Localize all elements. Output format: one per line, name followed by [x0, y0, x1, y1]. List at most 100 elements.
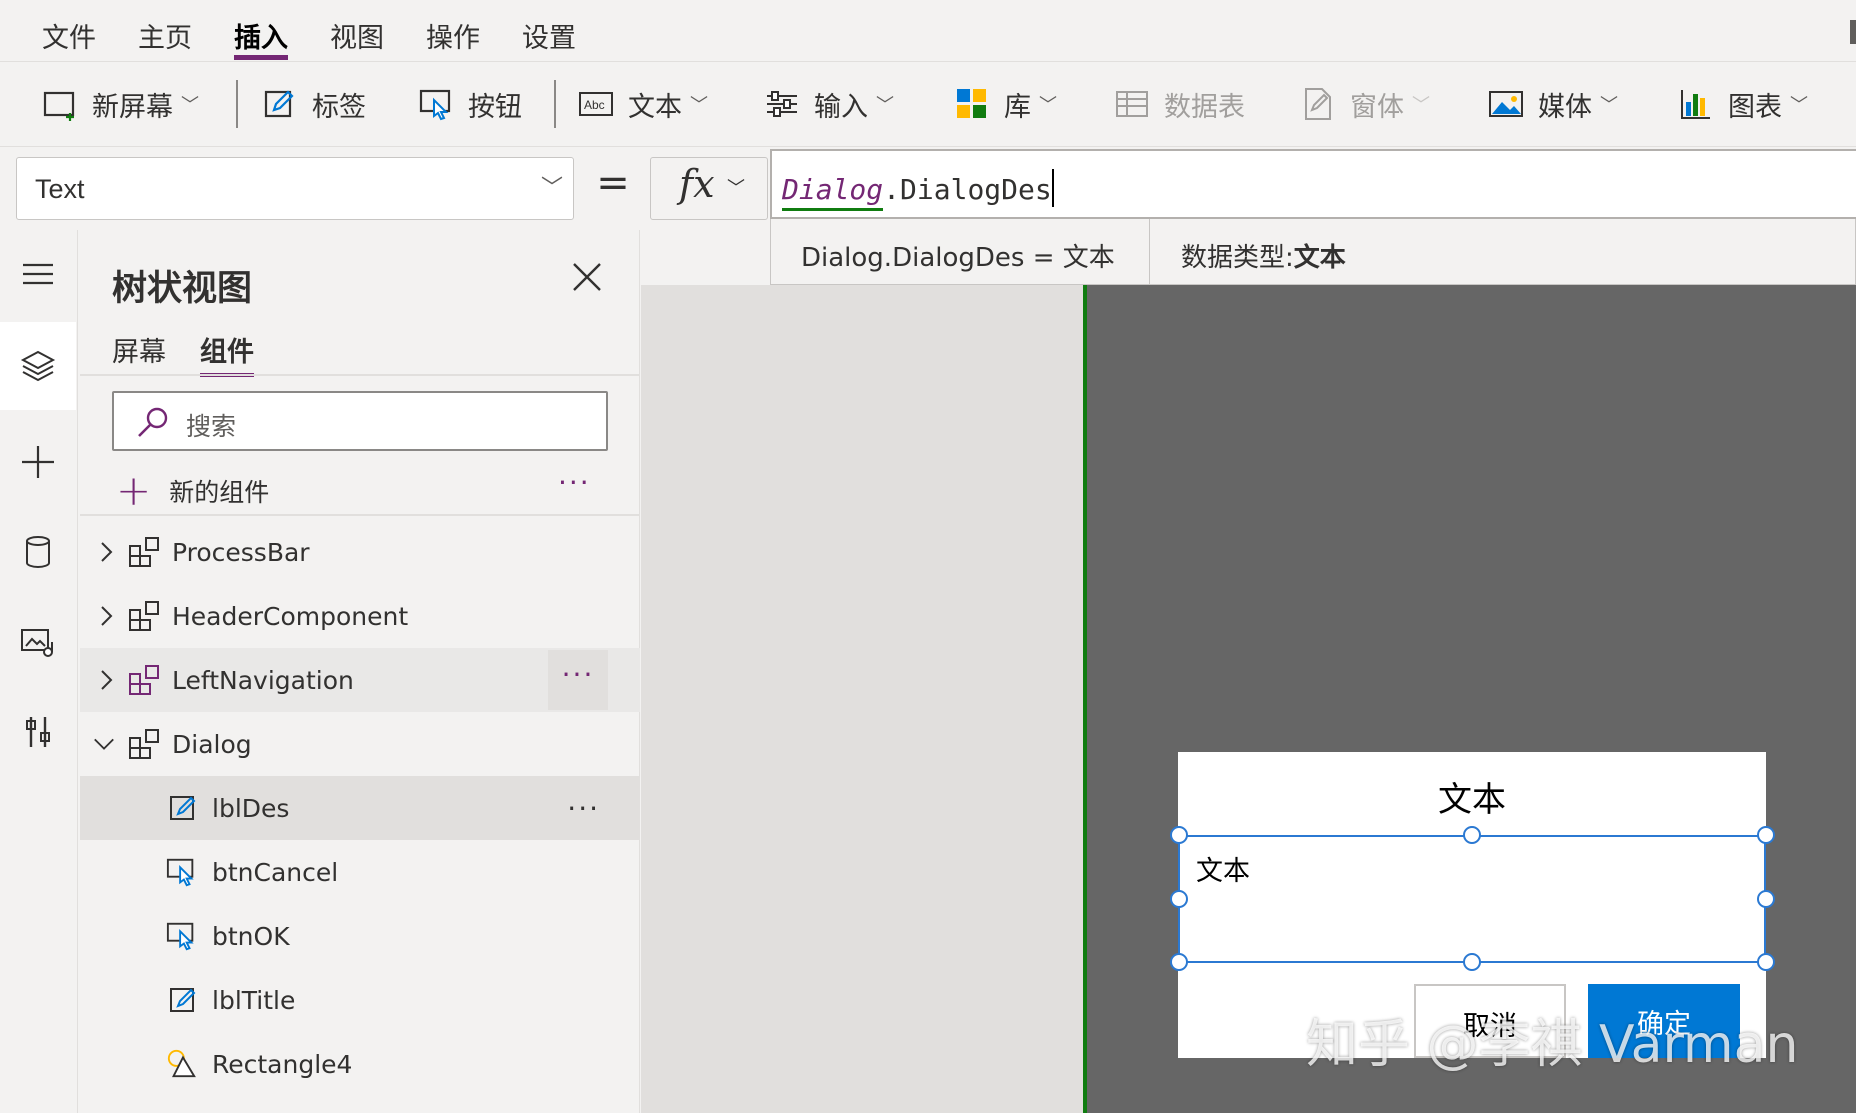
data-table-icon: [1114, 86, 1150, 122]
tree-node-label: btnCancel: [212, 857, 339, 887]
more-options-button[interactable]: ···: [567, 792, 600, 825]
database-icon: [26, 536, 50, 569]
button-label: 按钮: [468, 91, 522, 123]
chart-bar-icon: [1678, 86, 1714, 122]
tree-node[interactable]: HeaderComponent: [80, 584, 640, 648]
button-button[interactable]: 按钮: [418, 82, 522, 126]
dialog-description-label[interactable]: 文本: [1178, 835, 1766, 963]
menu-insert[interactable]: 插入: [234, 16, 288, 60]
tree-node-label: btnOK: [212, 921, 290, 951]
gallery-dropdown-button[interactable]: 库 ﹀: [954, 82, 1057, 126]
property-selector[interactable]: Text ﹀: [16, 157, 574, 220]
input-sliders-icon: [764, 86, 800, 122]
hint-separator: [1149, 219, 1150, 285]
label-edit-icon: [262, 86, 298, 122]
label-edit-icon: [170, 988, 196, 1012]
ribbon-separator: [236, 80, 238, 128]
tree-node[interactable]: lblDes ···: [80, 776, 640, 840]
hamburger-menu-button[interactable]: [0, 230, 76, 318]
more-options-button[interactable]: ···: [548, 650, 608, 710]
resize-handle[interactable]: [1463, 826, 1481, 844]
chevron-down-icon: ﹀: [181, 95, 199, 116]
data-table-button[interactable]: 数据表: [1114, 82, 1245, 126]
fx-button[interactable]: fx ﹀: [650, 157, 768, 220]
resize-handle[interactable]: [1757, 953, 1775, 971]
tree-node[interactable]: btnOK: [80, 904, 640, 968]
label-label: 标签: [312, 91, 366, 123]
insert-button[interactable]: [0, 418, 76, 506]
gallery-grid-icon: [954, 86, 990, 122]
resize-handle[interactable]: [1757, 890, 1775, 908]
watermark-text: 知乎 @李祺 Varman: [1306, 1015, 1799, 1075]
resize-handle[interactable]: [1757, 826, 1775, 844]
tab-components[interactable]: 组件: [200, 330, 254, 377]
tree-node-label: LeftNavigation: [172, 665, 354, 695]
hint-data-type: 数据类型:文本: [1181, 237, 1346, 274]
menu-home[interactable]: 主页: [138, 16, 192, 56]
form-label: 窗体: [1350, 91, 1404, 123]
search-placeholder: 搜索: [186, 412, 237, 441]
plus-icon: [22, 446, 54, 478]
resize-handle[interactable]: [1170, 953, 1188, 971]
tree-node[interactable]: lblTitle: [80, 968, 640, 1032]
tree-view-panel: 树状视图 屏幕 组件 搜索 + 新的组件 ··· ProcessBar Head…: [80, 230, 640, 1113]
formula-input[interactable]: Dialog.DialogDes: [770, 149, 1856, 219]
data-table-label: 数据表: [1164, 91, 1245, 123]
menu-action[interactable]: 操作: [426, 16, 480, 56]
resize-handle[interactable]: [1170, 826, 1188, 844]
hint-type-value: 文本: [1293, 243, 1346, 273]
media-image-icon: [1488, 86, 1524, 122]
new-screen-label: 新屏幕: [92, 91, 173, 123]
form-dropdown-button[interactable]: 窗体 ﹀: [1300, 82, 1430, 126]
tree-node[interactable]: Rectangle4: [80, 1032, 640, 1096]
tree-divider: [80, 514, 640, 516]
text-dropdown-button[interactable]: Abc 文本 ﹀: [578, 82, 708, 126]
new-screen-button[interactable]: 新屏幕 ﹀: [42, 82, 199, 126]
menu-settings[interactable]: 设置: [522, 16, 576, 56]
dialog-title[interactable]: 文本: [1178, 772, 1766, 821]
chart-label: 图表: [1728, 91, 1782, 123]
tree-node[interactable]: LeftNavigation ···: [80, 648, 640, 712]
menu-bar: 文件 主页 插入 视图 操作 设置: [0, 0, 1856, 62]
chevron-down-icon: ﹀: [1790, 95, 1808, 116]
left-rail: [0, 230, 78, 1113]
menu-file[interactable]: 文件: [42, 16, 96, 56]
tree-view-button[interactable]: [0, 322, 76, 410]
tree-node-label: lblTitle: [212, 985, 296, 1015]
input-dropdown-button[interactable]: 输入 ﹀: [764, 82, 894, 126]
more-options-button[interactable]: ···: [558, 466, 591, 499]
media-library-icon: [21, 629, 53, 657]
tab-screens[interactable]: 屏幕: [112, 330, 166, 369]
equals-sign: =: [596, 160, 630, 206]
label-button[interactable]: 标签: [262, 82, 366, 126]
component-icon: [129, 729, 159, 759]
data-button[interactable]: [0, 508, 76, 596]
close-button[interactable]: [570, 260, 610, 300]
button-pointer-icon: [418, 86, 454, 122]
resize-handle[interactable]: [1463, 953, 1481, 971]
chevron-right-icon: [101, 606, 113, 626]
chevron-down-icon: [94, 738, 114, 750]
media-dropdown-button[interactable]: 媒体 ﹀: [1488, 82, 1618, 126]
chevron-down-icon: ﹀: [690, 95, 708, 116]
svg-text:Abc: Abc: [584, 98, 605, 112]
tree-node-label: HeaderComponent: [172, 601, 409, 631]
component-icon: [129, 537, 159, 567]
menu-view[interactable]: 视图: [330, 16, 384, 56]
tree-node[interactable]: ProcessBar: [80, 520, 640, 584]
tree-node[interactable]: Dialog: [80, 712, 640, 776]
advanced-tools-button[interactable]: [0, 688, 76, 776]
formula-rest: .DialogDes: [883, 173, 1052, 206]
tree-node[interactable]: btnCancel: [80, 840, 640, 904]
resize-handle[interactable]: [1170, 890, 1188, 908]
media-button[interactable]: [0, 598, 76, 686]
chevron-down-icon: ﹀: [727, 178, 745, 199]
chevron-down-icon: ﹀: [1039, 95, 1057, 116]
canvas-background: [641, 285, 1084, 1113]
shapes-icon: [167, 1049, 196, 1078]
chevron-right-icon: [101, 542, 113, 562]
chart-dropdown-button[interactable]: 图表 ﹀: [1678, 82, 1808, 126]
new-component-button[interactable]: + 新的组件: [116, 466, 269, 516]
search-input[interactable]: 搜索: [112, 391, 608, 451]
media-label: 媒体: [1538, 91, 1592, 123]
